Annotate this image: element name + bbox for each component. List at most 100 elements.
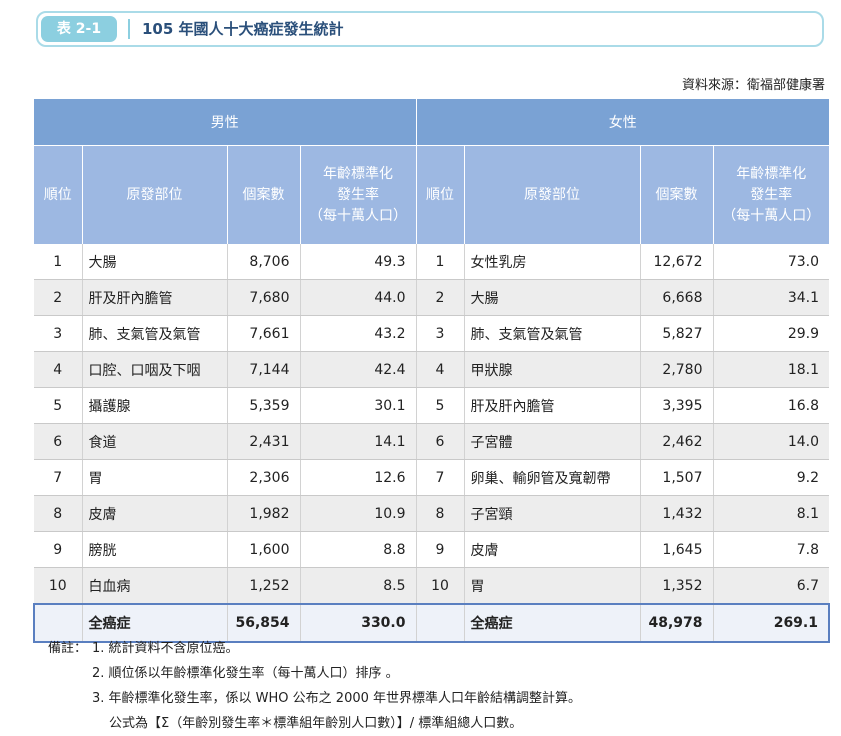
male-rate: 10.9 (300, 495, 417, 532)
female-rate: 6.7 (713, 567, 829, 605)
rate-header-line: 發生率 (337, 186, 379, 203)
female-site: 子宮體 (464, 423, 641, 460)
female-site: 肝及肝內膽管 (464, 387, 641, 424)
female-rank: 7 (416, 459, 465, 496)
female-rank: 2 (416, 279, 465, 316)
data-source: 資料來源：衛福部健康署 (681, 78, 825, 93)
female-cases: 1,645 (640, 531, 714, 568)
female-cases: 2,462 (640, 423, 714, 460)
male-rate: 49.3 (300, 244, 417, 280)
table-row: 2 肝及肝內膽管 7,680 44.0 2 大腸 6,668 34.1 (34, 279, 829, 316)
male-cases: 8,706 (227, 244, 301, 280)
male-site: 肝及肝內膽管 (82, 279, 228, 316)
col-header-rank: 順位 (416, 145, 465, 244)
female-rate: 34.1 (713, 279, 829, 316)
female-cases: 5,827 (640, 315, 714, 352)
table-number-tag: 表 2-1 (41, 16, 117, 42)
female-site: 大腸 (464, 279, 641, 316)
table-row: 1 大腸 8,706 49.3 1 女性乳房 12,672 73.0 (34, 244, 829, 280)
female-cases: 6,668 (640, 279, 714, 316)
note-line: 2. 順位係以年齡標準化發生率（每十萬人口）排序 。 (48, 661, 581, 686)
female-rate: 14.0 (713, 423, 829, 460)
female-cases: 1,352 (640, 567, 714, 605)
female-rate: 29.9 (713, 315, 829, 352)
note-line: 公式為【Σ（年齡別發生率＊標準組年齡別人口數）】/ 標準組總人口數。 (48, 711, 581, 736)
female-rate: 73.0 (713, 244, 829, 280)
female-site: 肺、支氣管及氣管 (464, 315, 641, 352)
col-header-cases: 個案數 (640, 145, 714, 244)
rate-header-line: （每十萬人口） (722, 207, 821, 224)
notes-lead: 備註： (48, 641, 88, 656)
table-row: 5 攝護腺 5,359 30.1 5 肝及肝內膽管 3,395 16.8 (34, 387, 829, 424)
female-rank: 1 (416, 244, 465, 280)
female-total-rate: 269.1 (713, 603, 830, 643)
table-row: 6 食道 2,431 14.1 6 子宮體 2,462 14.0 (34, 423, 829, 460)
table-row: 8 皮膚 1,982 10.9 8 子宮頸 1,432 8.1 (34, 495, 829, 532)
male-site: 白血病 (82, 567, 228, 605)
male-cases: 5,359 (227, 387, 301, 424)
title-separator (128, 19, 130, 39)
page-title: 105 年國人十大癌症發生統計 (142, 20, 344, 38)
female-rate: 9.2 (713, 459, 829, 496)
female-cases: 1,432 (640, 495, 714, 532)
male-rank: 9 (34, 531, 83, 568)
male-cases: 1,252 (227, 567, 301, 605)
male-rank: 5 (34, 387, 83, 424)
male-rate: 8.8 (300, 531, 417, 568)
col-header-rate: 年齡標準化 發生率 （每十萬人口） (300, 145, 417, 244)
rate-header-line: 發生率 (750, 186, 793, 203)
col-header-site: 原發部位 (82, 145, 228, 244)
female-rate: 8.1 (713, 495, 829, 532)
female-cases: 12,672 (640, 244, 714, 280)
female-rank: 8 (416, 495, 465, 532)
female-rank: 9 (416, 531, 465, 568)
male-rank: 1 (34, 244, 83, 280)
table-body: 1 大腸 8,706 49.3 1 女性乳房 12,672 73.0 2 肝及肝… (33, 244, 830, 643)
table-title-box: 表 2-1 105 年國人十大癌症發生統計 (36, 11, 824, 47)
male-rank: 3 (34, 315, 83, 352)
female-site: 胃 (464, 567, 641, 605)
male-site: 肺、支氣管及氣管 (82, 315, 228, 352)
male-rate: 43.2 (300, 315, 417, 352)
male-rate: 30.1 (300, 387, 417, 424)
group-header-female: 女性 (416, 99, 829, 146)
group-header-male: 男性 (34, 99, 417, 146)
female-site: 皮膚 (464, 531, 641, 568)
female-site: 甲狀腺 (464, 351, 641, 388)
table-row: 10 白血病 1,252 8.5 10 胃 1,352 6.7 (34, 567, 829, 605)
female-rank: 6 (416, 423, 465, 460)
note-item: 1. 統計資料不含原位癌。 (92, 641, 239, 656)
female-rank: 4 (416, 351, 465, 388)
col-header-rank: 順位 (34, 145, 83, 244)
note-line: 3. 年齡標準化發生率，係以 WHO 公布之 2000 年世界標準人口年齡結構調… (48, 686, 581, 711)
note-item: 3. 年齡標準化發生率，係以 WHO 公布之 2000 年世界標準人口年齡結構調… (92, 691, 582, 706)
note-item: 2. 順位係以年齡標準化發生率（每十萬人口）排序 。 (92, 666, 399, 681)
female-site: 卵巢、輸卵管及寬韌帶 (464, 459, 641, 496)
male-rate: 8.5 (300, 567, 417, 605)
male-site: 膀胱 (82, 531, 228, 568)
male-rate: 44.0 (300, 279, 417, 316)
male-rank: 10 (34, 567, 83, 605)
table-row: 4 口腔、口咽及下咽 7,144 42.4 4 甲狀腺 2,780 18.1 (34, 351, 829, 388)
col-header-site: 原發部位 (464, 145, 641, 244)
male-cases: 1,982 (227, 495, 301, 532)
col-header-cases: 個案數 (227, 145, 301, 244)
female-rank: 3 (416, 315, 465, 352)
footnotes: 備註： 1. 統計資料不含原位癌。 2. 順位係以年齡標準化發生率（每十萬人口）排… (48, 636, 581, 736)
rate-header-line: 年齡標準化 (736, 165, 807, 182)
male-site: 皮膚 (82, 495, 228, 532)
female-site: 子宮頸 (464, 495, 641, 532)
female-cases: 2,780 (640, 351, 714, 388)
female-site: 女性乳房 (464, 244, 641, 280)
male-cases: 2,306 (227, 459, 301, 496)
male-rank: 7 (34, 459, 83, 496)
male-rank: 4 (34, 351, 83, 388)
female-rank: 10 (416, 567, 465, 605)
cancer-stats-table: 男性 女性 順位 原發部位 個案數 年齡標準化 發生率 （每十萬人口） 順位 原… (33, 99, 830, 643)
table-row: 9 膀胱 1,600 8.8 9 皮膚 1,645 7.8 (34, 531, 829, 568)
table-row: 3 肺、支氣管及氣管 7,661 43.2 3 肺、支氣管及氣管 5,827 2… (34, 315, 829, 352)
male-cases: 2,431 (227, 423, 301, 460)
female-rate: 16.8 (713, 387, 829, 424)
male-rank: 8 (34, 495, 83, 532)
male-site: 口腔、口咽及下咽 (82, 351, 228, 388)
